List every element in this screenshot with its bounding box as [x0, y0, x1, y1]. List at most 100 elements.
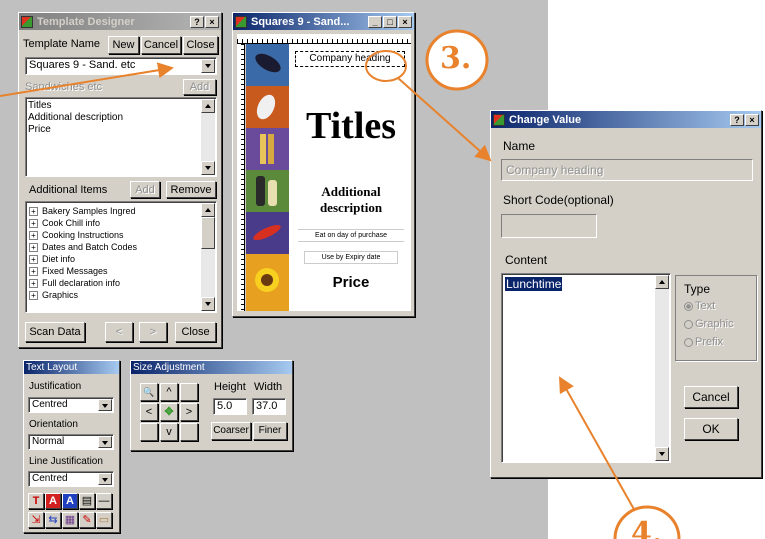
list-item[interactable]: Additional description	[26, 112, 216, 124]
tree-item[interactable]: + Diet info	[26, 253, 216, 265]
use-by-field[interactable]: Use by Expiry date	[304, 251, 398, 264]
close-bottom-button[interactable]: Close	[175, 322, 216, 342]
expand-icon[interactable]: +	[29, 290, 38, 300]
expand-icon[interactable]: +	[29, 278, 38, 288]
text-layout-titlebar[interactable]: Text Layout	[24, 361, 119, 374]
company-heading-field[interactable]: Company heading	[295, 51, 405, 67]
name-field[interactable]: Company heading	[501, 159, 753, 181]
help-button[interactable]: ?	[190, 15, 204, 28]
finer-button[interactable]: Finer	[253, 422, 287, 440]
tree-item[interactable]: + Full declaration info	[26, 277, 216, 289]
add-field-button[interactable]: Add	[183, 79, 216, 95]
chevron-down-icon[interactable]	[98, 399, 112, 411]
nudge-down-button[interactable]: v	[160, 423, 178, 441]
template-designer-titlebar[interactable]: Template Designer ? ×	[19, 13, 221, 30]
line-tool-icon[interactable]: —	[96, 493, 112, 509]
tree-item[interactable]: + Bakery Samples Ingred	[26, 205, 216, 217]
price-field[interactable]: Price	[294, 274, 408, 292]
pencil-icon[interactable]: ✎	[79, 511, 95, 528]
tree-item[interactable]: + Cook Chill info	[26, 217, 216, 229]
eraser-icon[interactable]: ▭	[96, 511, 112, 528]
expand-icon[interactable]: +	[29, 254, 38, 264]
line-justification-label: Line Justification	[29, 456, 103, 467]
short-code-field[interactable]	[501, 214, 597, 238]
scroll-up-icon[interactable]	[201, 99, 215, 113]
chevron-down-icon[interactable]	[201, 59, 215, 73]
additional-description-field[interactable]: Additional description	[294, 184, 408, 216]
scrollbar[interactable]	[201, 99, 215, 175]
width-input[interactable]: 37.0	[252, 398, 286, 415]
expand-icon[interactable]: +	[29, 230, 38, 240]
scroll-down-icon[interactable]	[201, 161, 215, 175]
scroll-up-icon[interactable]	[655, 275, 669, 289]
add-item-button[interactable]: Add	[130, 181, 160, 198]
expand-icon[interactable]: +	[29, 242, 38, 252]
scroll-thumb[interactable]	[201, 217, 215, 249]
content-textarea[interactable]: Lunchtime	[501, 273, 671, 463]
sunflower-image	[246, 254, 289, 311]
zoom-icon[interactable]: 🔍	[140, 383, 158, 401]
scrollbar[interactable]	[655, 275, 669, 461]
scroll-up-icon[interactable]	[201, 203, 215, 217]
justification-select[interactable]: Centred	[28, 397, 114, 413]
minimize-button[interactable]: _	[368, 15, 382, 28]
font-color-icon[interactable]: A	[45, 493, 61, 509]
nudge-left-button[interactable]: <	[140, 403, 158, 421]
scroll-down-icon[interactable]	[655, 447, 669, 461]
size-adjustment-titlebar[interactable]: Size Adjustment	[131, 361, 292, 374]
label-canvas[interactable]: Company heading Titles Additional descri…	[246, 44, 411, 311]
nudge-up-button[interactable]: ^	[160, 383, 178, 401]
eat-on-day-field[interactable]: Eat on day of purchase	[298, 229, 404, 242]
nudge-right-button[interactable]: >	[180, 403, 198, 421]
expand-icon[interactable]: +	[29, 218, 38, 228]
titles-field[interactable]: Titles	[292, 106, 410, 146]
move-center-icon[interactable]: ✥	[160, 403, 178, 421]
tree-item[interactable]: + Graphics	[26, 289, 216, 301]
box-tool-icon[interactable]: ▤	[79, 493, 95, 509]
next-button[interactable]: >	[139, 322, 167, 342]
text-tool-icon[interactable]: T	[28, 493, 44, 509]
list-item[interactable]: Price	[26, 124, 216, 136]
content-label: Content	[505, 253, 548, 267]
close-window-button[interactable]: ×	[398, 15, 412, 28]
font-style-icon[interactable]: A	[62, 493, 78, 509]
previous-button[interactable]: <	[105, 322, 133, 342]
scrollbar[interactable]	[201, 203, 215, 311]
coarser-button[interactable]: Coarser	[211, 422, 251, 440]
scroll-down-icon[interactable]	[201, 297, 215, 311]
remove-button[interactable]: Remove	[166, 181, 216, 198]
line-justification-select[interactable]: Centred	[28, 471, 114, 487]
preview-titlebar[interactable]: Squares 9 - Sand... _ □ ×	[233, 13, 414, 30]
swap-tool-icon[interactable]: ⇆	[45, 511, 61, 528]
expand-icon[interactable]: +	[29, 266, 38, 276]
template-select[interactable]: Squares 9 - Sand. etc	[25, 57, 217, 75]
new-button[interactable]: New	[108, 36, 139, 54]
ok-button[interactable]: OK	[684, 418, 738, 440]
orientation-select[interactable]: Normal	[28, 434, 114, 450]
resize-tool-icon[interactable]: ⇲	[28, 511, 44, 528]
radio-graphic[interactable]: Graphic	[684, 318, 734, 330]
close-window-button[interactable]: ×	[745, 113, 759, 126]
cancel-dialog-button[interactable]: Cancel	[684, 386, 738, 408]
chevron-down-icon[interactable]	[98, 473, 112, 485]
tree-item[interactable]: + Dates and Batch Codes	[26, 241, 216, 253]
help-button[interactable]: ?	[730, 113, 744, 126]
radio-icon	[684, 337, 693, 347]
cancel-button[interactable]: Cancel	[141, 36, 181, 54]
grid-tool-icon[interactable]: ▦	[62, 511, 78, 528]
chevron-down-icon[interactable]	[98, 436, 112, 448]
list-item[interactable]: Titles	[26, 100, 216, 112]
scan-data-button[interactable]: Scan Data	[25, 322, 85, 342]
close-window-button[interactable]: ×	[205, 15, 219, 28]
additional-items-tree[interactable]: + Bakery Samples Ingred + Cook Chill info …	[25, 201, 217, 313]
radio-prefix[interactable]: Prefix	[684, 336, 723, 348]
height-input[interactable]: 5.0	[213, 398, 247, 415]
expand-icon[interactable]: +	[29, 206, 38, 216]
change-value-titlebar[interactable]: Change Value ? ×	[491, 111, 761, 128]
close-button[interactable]: Close	[183, 36, 218, 54]
tree-item[interactable]: + Cooking Instructions	[26, 229, 216, 241]
radio-text[interactable]: Text	[684, 300, 715, 312]
tree-item[interactable]: + Fixed Messages	[26, 265, 216, 277]
maximize-button[interactable]: □	[383, 15, 397, 28]
fields-list[interactable]: Titles Additional description Price	[25, 97, 217, 177]
